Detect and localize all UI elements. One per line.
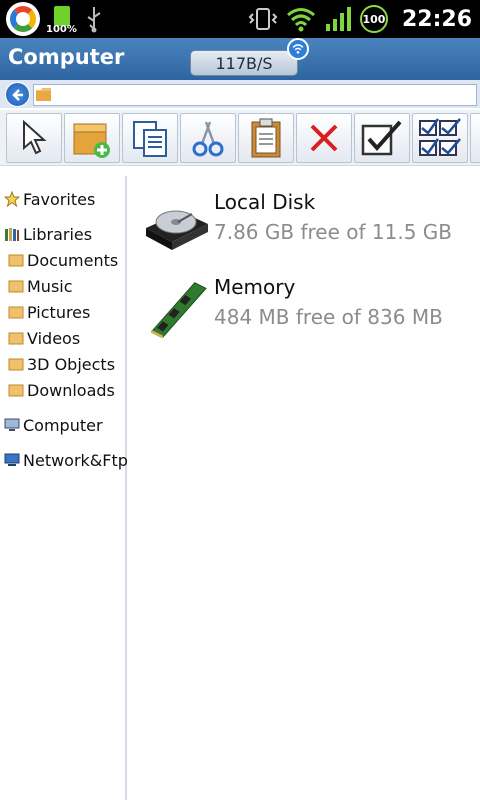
- transfer-speed-indicator[interactable]: 117B/S: [190, 50, 298, 76]
- memory-chip-icon: [150, 282, 207, 339]
- delete-button[interactable]: [296, 113, 352, 163]
- star-icon: [4, 191, 20, 207]
- window-title: Computer: [8, 45, 125, 69]
- sidebar: Favorites Libraries Documents Music Pict…: [0, 176, 128, 800]
- battery-level-icon: 100: [359, 5, 388, 33]
- checkbox-checked-icon: [361, 120, 402, 156]
- sidebar-item-libraries[interactable]: Libraries: [4, 222, 92, 246]
- folder-icon: [8, 384, 24, 397]
- status-bar: 100% 100 22:26: [0, 0, 480, 38]
- drive-name: Local Disk: [214, 190, 316, 214]
- cut-button[interactable]: [180, 113, 236, 163]
- title-bar: Computer 117B/S: [0, 38, 480, 80]
- wifi-badge-icon[interactable]: [287, 38, 309, 60]
- folder-icon: [8, 254, 24, 267]
- sidebar-item-pictures[interactable]: Pictures: [8, 300, 90, 324]
- signal-icon: [325, 7, 351, 31]
- delete-x-icon: [310, 124, 338, 152]
- check-all-icon: [419, 118, 461, 156]
- more-tools-button[interactable]: [470, 113, 480, 163]
- sidebar-item-documents[interactable]: Documents: [8, 248, 118, 272]
- folder-icon: [8, 358, 24, 371]
- sidebar-label: Downloads: [27, 380, 115, 400]
- usb-icon: [87, 7, 101, 33]
- drive-item-local-disk[interactable]: Local Disk 7.86 GB free of 11.5 GB: [142, 190, 472, 260]
- check-button[interactable]: [354, 113, 410, 163]
- drive-item-memory[interactable]: Memory 484 MB free of 836 MB: [142, 275, 472, 345]
- pointer-icon: [23, 120, 47, 155]
- library-books-icon: [5, 228, 19, 241]
- back-arrow-icon: [11, 88, 23, 101]
- copy-icon: [133, 121, 167, 157]
- clipboard-icon: [251, 118, 281, 158]
- sidebar-label: Music: [27, 276, 73, 296]
- sidebar-item-music[interactable]: Music: [8, 274, 73, 298]
- copy-button[interactable]: [122, 113, 178, 163]
- clock: 22:26: [401, 6, 472, 32]
- app-launcher-icon: [6, 2, 40, 36]
- folder-icon: [8, 332, 24, 345]
- new-folder-button[interactable]: [64, 113, 120, 163]
- computer-icon: [4, 418, 20, 431]
- sidebar-label: 3D Objects: [27, 354, 116, 374]
- sidebar-label: Favorites: [23, 189, 96, 209]
- folder-icon: [8, 280, 24, 293]
- drive-name: Memory: [214, 275, 296, 299]
- sidebar-item-videos[interactable]: Videos: [8, 326, 80, 350]
- drive-free-space: 484 MB free of 836 MB: [214, 305, 443, 329]
- sidebar-item-computer[interactable]: Computer: [4, 413, 103, 437]
- folder-icon: [36, 88, 51, 101]
- sidebar-item-downloads[interactable]: Downloads: [8, 378, 115, 402]
- new-folder-icon: [73, 123, 110, 158]
- select-button[interactable]: [6, 113, 62, 163]
- drive-free-space: 7.86 GB free of 11.5 GB: [214, 220, 452, 244]
- vibrate-icon: [248, 8, 278, 30]
- address-bar: [0, 80, 480, 108]
- wifi-icon: [287, 8, 315, 32]
- sidebar-item-favorites[interactable]: Favorites: [4, 187, 95, 211]
- sidebar-label: Documents: [27, 250, 119, 270]
- toolbar: [0, 110, 480, 166]
- hard-disk-icon: [146, 210, 208, 250]
- sidebar-item-3d-objects[interactable]: 3D Objects: [8, 352, 115, 376]
- scissors-icon: [192, 121, 224, 157]
- sidebar-label: Pictures: [27, 302, 91, 322]
- check-all-button[interactable]: [412, 113, 468, 163]
- sidebar-label: Computer: [23, 415, 103, 435]
- folder-icon: [8, 306, 24, 319]
- sidebar-label: Videos: [27, 328, 81, 348]
- battery-percent: 100%: [46, 24, 77, 35]
- path-input[interactable]: [33, 84, 477, 106]
- network-icon: [4, 453, 20, 466]
- back-button[interactable]: [5, 82, 30, 107]
- sidebar-item-network[interactable]: Network&Ftp: [4, 448, 128, 472]
- sidebar-label: Libraries: [23, 224, 93, 244]
- sidebar-label: Network&Ftp: [23, 450, 128, 470]
- paste-button[interactable]: [238, 113, 294, 163]
- battery-icon: 100%: [46, 4, 77, 35]
